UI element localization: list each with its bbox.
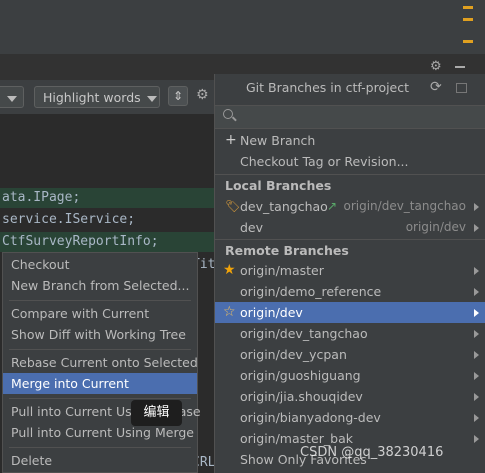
- chevron-right-icon: [474, 224, 479, 232]
- chevron-right-icon: [474, 435, 479, 443]
- edit-tooltip: 编辑: [131, 400, 182, 426]
- highlight-words-dropdown[interactable]: Highlight words: [34, 86, 160, 108]
- code-text: CtfSurveyReportInfo;: [2, 234, 159, 249]
- chevron-right-icon: [474, 309, 479, 317]
- remote-item-origin-bianyadong-dev[interactable]: origin/bianyadong-dev: [215, 407, 485, 428]
- code-text: ata.IPage;: [2, 190, 81, 205]
- watermark: CSDN @qq_38230416: [300, 445, 444, 460]
- tracking-branch: origin/dev: [405, 220, 466, 234]
- gear-icon[interactable]: ⚙: [430, 59, 442, 74]
- remote-item-origin-guoshiguang[interactable]: origin/guoshiguang: [215, 365, 485, 386]
- settings-gear-icon[interactable]: ⚙: [196, 87, 209, 103]
- chevron-right-icon: [474, 288, 479, 296]
- editor-tab-bar: [0, 0, 485, 54]
- chevron-right-icon: [474, 330, 479, 338]
- action-label: New Branch: [240, 133, 316, 148]
- restore-size-icon[interactable]: [456, 83, 467, 93]
- plus-icon: +: [225, 132, 237, 148]
- action-new-branch[interactable]: + New Branch: [215, 130, 485, 151]
- menu-item-merge-into-current[interactable]: Merge into Current: [3, 373, 197, 394]
- search-icon-handle: [232, 116, 237, 122]
- code-line: CtfSurveyReportInfo;: [0, 232, 159, 252]
- menu-separator: [9, 349, 191, 350]
- chevron-down-icon: [146, 95, 157, 102]
- menu-item-rebase-current[interactable]: Rebase Current onto Selected: [3, 352, 198, 373]
- branch-name: origin/dev_tangchao: [240, 326, 368, 341]
- local-branches-header: Local Branches: [225, 178, 332, 193]
- menu-item-show-diff[interactable]: Show Diff with Working Tree: [3, 324, 197, 345]
- remote-item-origin-master[interactable]: ★ origin/master: [215, 260, 485, 281]
- tooltip-text: 编辑: [143, 405, 170, 420]
- branch-name: origin/master: [240, 263, 324, 278]
- highlight-words-label: Highlight words: [43, 90, 141, 105]
- action-label: Checkout Tag or Revision...: [240, 154, 409, 169]
- menu-separator: [9, 300, 191, 301]
- branch-name: origin/dev: [240, 305, 303, 320]
- menu-item-label: Show Diff with Working Tree: [11, 327, 186, 342]
- outgoing-arrow-icon: ↗: [327, 199, 338, 213]
- action-checkout-tag[interactable]: Checkout Tag or Revision...: [215, 151, 485, 172]
- menu-item-label: Delete: [11, 453, 53, 468]
- menu-item-label: New Branch from Selected...: [11, 278, 190, 293]
- menu-separator: [9, 447, 191, 448]
- star-outline-icon[interactable]: ☆: [223, 302, 236, 323]
- chevron-right-icon: [474, 414, 479, 422]
- tracking-branch: origin/dev_tangchao: [343, 199, 467, 213]
- chevron-right-icon: [474, 372, 479, 380]
- branch-name: origin/guoshiguang: [240, 368, 361, 383]
- remote-item-origin-demo-reference[interactable]: origin/demo_reference: [215, 281, 485, 302]
- branch-name: dev: [240, 220, 264, 235]
- minimize-icon[interactable]: [455, 66, 465, 68]
- refresh-icon[interactable]: ⟳: [430, 79, 442, 95]
- menu-item-label: Pull into Current Using Merge: [11, 425, 194, 440]
- collapse-unchanged-icon[interactable]: ⇕: [168, 86, 188, 106]
- menu-item-label: Compare with Current: [11, 306, 150, 321]
- branch-name: origin/bianyadong-dev: [240, 410, 381, 425]
- remote-branches-header: Remote Branches: [225, 243, 349, 258]
- menu-item-compare-with-current[interactable]: Compare with Current: [3, 303, 197, 324]
- chevron-right-icon: [474, 203, 479, 211]
- branch-item-dev-tangchao[interactable]: 🏷 dev_tangchao ↗ origin/dev_tangchao: [215, 196, 485, 217]
- viewer-mode-dropdown[interactable]: [0, 86, 24, 108]
- code-text: service.IService;: [2, 212, 136, 227]
- code-line: service.IService;: [0, 210, 135, 230]
- menu-item-label: Merge into Current: [11, 376, 129, 391]
- menu-item-label: Checkout: [11, 257, 70, 272]
- remote-item-origin-dev[interactable]: ☆ origin/dev: [215, 302, 485, 323]
- git-branches-popup: Git Branches in ctf-project ⟳ + New Bran…: [214, 74, 485, 473]
- branch-item-dev[interactable]: dev origin/dev: [215, 217, 485, 238]
- star-filled-icon[interactable]: ★: [223, 260, 236, 281]
- menu-separator: [9, 398, 191, 399]
- chevron-right-icon: [474, 393, 479, 401]
- branch-context-menu: Checkout New Branch from Selected... Com…: [2, 252, 201, 473]
- branch-name: dev_tangchao: [240, 199, 328, 214]
- chevron-right-icon: [474, 351, 479, 359]
- remote-item-origin-dev-ycpan[interactable]: origin/dev_ycpan: [215, 344, 485, 365]
- tag-icon: 🏷: [225, 199, 241, 213]
- search-input[interactable]: [243, 108, 477, 128]
- branch-name: origin/demo_reference: [240, 284, 382, 299]
- branch-search-field[interactable]: [215, 105, 485, 129]
- menu-item-new-branch-from-selected[interactable]: New Branch from Selected...: [3, 275, 197, 296]
- menu-item-label: Rebase Current onto Selected: [11, 355, 198, 370]
- git-popup-title: Git Branches in ctf-project: [245, 80, 410, 95]
- git-popup-header: Git Branches in ctf-project ⟳: [215, 74, 485, 102]
- remote-item-origin-jia-shouqidev[interactable]: origin/jia.shouqidev: [215, 386, 485, 407]
- code-line: ata.IPage;: [0, 188, 80, 208]
- chevron-down-icon: [7, 95, 17, 102]
- branch-name: origin/dev_ycpan: [240, 347, 347, 362]
- menu-item-delete[interactable]: Delete: [3, 450, 197, 471]
- menu-item-checkout[interactable]: Checkout: [3, 254, 197, 275]
- chevron-right-icon: [474, 267, 479, 275]
- branch-name: origin/jia.shouqidev: [240, 389, 363, 404]
- remote-item-origin-dev-tangchao[interactable]: origin/dev_tangchao: [215, 323, 485, 344]
